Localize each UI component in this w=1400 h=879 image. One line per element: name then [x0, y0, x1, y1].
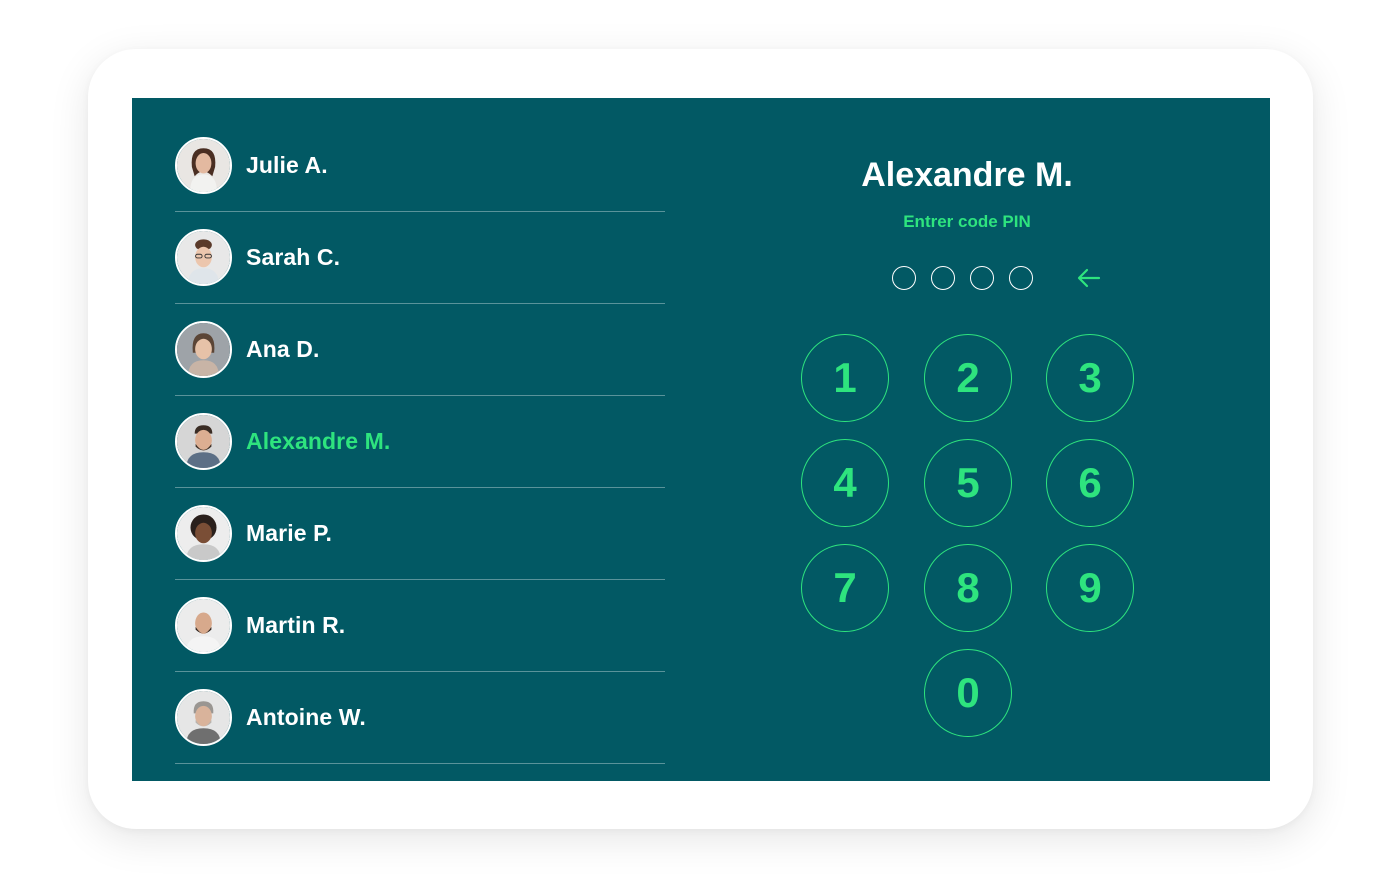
pin-dot — [931, 266, 955, 290]
user-row-antoine[interactable]: Antoine W. — [175, 672, 665, 764]
pin-panel: Alexandre M. Entrer code PIN 1 2 3 4 5 6… — [772, 98, 1162, 781]
pin-dot — [1009, 266, 1033, 290]
user-row-alexandre[interactable]: Alexandre M. — [175, 396, 665, 488]
pin-dot — [970, 266, 994, 290]
avatar — [175, 229, 232, 286]
avatar — [175, 321, 232, 378]
keypad-key-7[interactable]: 7 — [801, 544, 889, 632]
user-name: Julie A. — [246, 152, 328, 178]
user-list: Julie A. Sarah C. Ana D. Alexandre M. Ma — [175, 98, 665, 764]
user-name: Alexandre M. — [246, 428, 391, 454]
pin-prompt: Entrer code PIN — [903, 212, 1031, 231]
user-row-julie[interactable]: Julie A. — [175, 98, 665, 212]
user-row-sarah[interactable]: Sarah C. — [175, 212, 665, 304]
backspace-arrow-icon[interactable] — [1075, 266, 1103, 290]
avatar — [175, 413, 232, 470]
user-name: Marie P. — [246, 520, 333, 546]
keypad-key-8[interactable]: 8 — [924, 544, 1012, 632]
keypad-key-5[interactable]: 5 — [924, 439, 1012, 527]
user-name: Antoine W. — [246, 704, 366, 730]
pin-indicator — [892, 266, 1033, 290]
user-row-martin[interactable]: Martin R. — [175, 580, 665, 672]
pin-dot — [892, 266, 916, 290]
keypad-key-4[interactable]: 4 — [801, 439, 889, 527]
keypad-key-0[interactable]: 0 — [924, 649, 1012, 737]
avatar — [175, 505, 232, 562]
user-row-ana[interactable]: Ana D. — [175, 304, 665, 396]
login-screen: Julie A. Sarah C. Ana D. Alexandre M. Ma — [132, 98, 1270, 781]
avatar — [175, 689, 232, 746]
avatar — [175, 137, 232, 194]
keypad-key-9[interactable]: 9 — [1046, 544, 1134, 632]
keypad-key-3[interactable]: 3 — [1046, 334, 1134, 422]
selected-user-name: Alexandre M. — [861, 156, 1073, 194]
avatar — [175, 597, 232, 654]
keypad-key-2[interactable]: 2 — [924, 334, 1012, 422]
keypad-key-1[interactable]: 1 — [801, 334, 889, 422]
user-name: Ana D. — [246, 336, 320, 362]
user-row-marie[interactable]: Marie P. — [175, 488, 665, 580]
user-name: Martin R. — [246, 612, 346, 638]
keypad-key-6[interactable]: 6 — [1046, 439, 1134, 527]
user-name: Sarah C. — [246, 244, 341, 270]
